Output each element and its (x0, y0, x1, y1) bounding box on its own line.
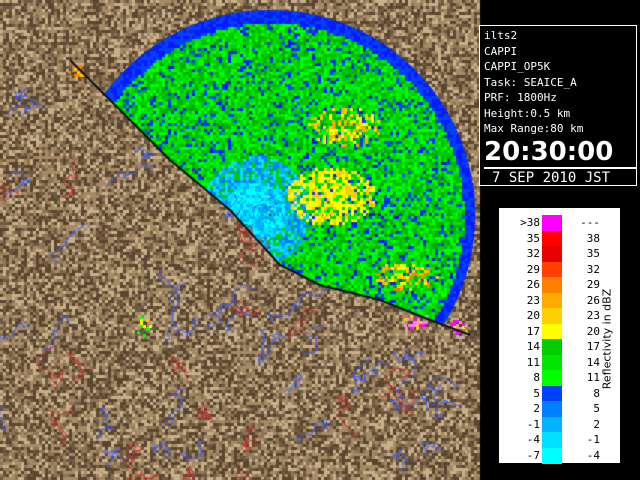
legend-row: 8 11 (502, 370, 602, 386)
legend-swatch (542, 230, 562, 247)
legend-swatch (542, 323, 562, 340)
max-range-value: Max Range:80 km (484, 122, 584, 135)
color-legend: >38 --- 35 38 32 35 29 32 26 29 23 26 20 23 17 20 14 17 11… (499, 208, 620, 464)
legend-row: >38 --- (502, 215, 602, 231)
legend-swatch (542, 432, 562, 448)
legend-lower-bound: -7 (526, 448, 540, 462)
legend-swatch (542, 246, 562, 262)
legend-row: 23 26 (502, 292, 602, 309)
legend-row: -4 -1 (502, 432, 602, 448)
legend-lower-bound: 32 (526, 247, 540, 260)
legend-row: 29 32 (502, 261, 602, 278)
legend-upper-bound: 2 (593, 417, 600, 431)
prf-value: PRF: 1800Hz (484, 91, 557, 104)
legend-upper-bound: 11 (586, 371, 600, 384)
legend-row: 25 (502, 401, 602, 417)
legend-lower-bound: 26 (526, 278, 540, 291)
legend-lower-bound: >38 (520, 216, 540, 229)
legend-row: 17 20 (502, 323, 602, 340)
legend-upper-bound: 32 (586, 262, 600, 276)
legend-lower-bound: 11 (526, 355, 540, 369)
legend-row: 32 35 (502, 246, 602, 262)
legend-upper-bound: 14 (586, 355, 600, 369)
info-panel: ilts2 CAPPI CAPPI_OP5K Task: SEAICE_A PR… (479, 25, 637, 186)
legend-swatch (542, 277, 562, 293)
legend-upper-bound: 20 (586, 324, 600, 338)
legend-row: 35 38 (502, 230, 602, 247)
legend-upper-bound: 17 (586, 340, 600, 353)
legend-lower-bound: 2 (533, 402, 540, 415)
observation-time: 20:30:00 (484, 136, 614, 167)
station-name: ilts2 (484, 29, 518, 42)
legend-unit-label: Reflectivity in dBZ (600, 288, 614, 390)
legend-lower-bound: 8 (533, 371, 540, 384)
legend-row: -7 -4 (502, 447, 602, 464)
legend-row: -1 2 (502, 416, 602, 433)
observation-date: 7 SEP 2010 JST (484, 166, 636, 187)
legend-lower-bound: -4 (526, 433, 540, 446)
legend-upper-bound: 23 (586, 309, 600, 322)
legend-swatch (542, 339, 562, 355)
height-value: Height:0.5 km (484, 106, 571, 120)
legend-swatch (542, 292, 562, 309)
legend-upper-bound: -4 (586, 448, 600, 462)
legend-lower-bound: 23 (526, 293, 540, 307)
legend-swatch (542, 215, 562, 231)
legend-upper-bound: 5 (593, 402, 600, 415)
legend-upper-bound: 8 (593, 386, 600, 400)
legend-row: 26 29 (502, 277, 602, 293)
legend-upper-bound: 29 (586, 278, 600, 291)
legend-row: 11 14 (502, 354, 602, 371)
product-code: CAPPI_OP5K (484, 60, 551, 73)
legend-swatch (542, 261, 562, 278)
legend-swatch (542, 354, 562, 371)
legend-lower-bound: 17 (526, 324, 540, 338)
product-name: CAPPI (484, 44, 518, 58)
legend-lower-bound: 35 (526, 231, 540, 245)
legend-upper-bound: -1 (586, 433, 600, 446)
legend-lower-bound: -1 (526, 417, 540, 431)
legend-swatch (542, 447, 562, 464)
legend-upper-bound: 38 (586, 231, 600, 245)
legend-swatch (542, 370, 562, 386)
legend-lower-bound: 5 (533, 386, 540, 400)
legend-upper-bound: --- (580, 216, 600, 229)
legend-upper-bound: 35 (586, 247, 600, 260)
legend-upper-bound: 26 (586, 293, 600, 307)
legend-swatch (542, 416, 562, 433)
legend-swatch (542, 401, 562, 417)
legend-swatch (542, 385, 562, 402)
task-name: Task: SEAICE_A (484, 75, 577, 89)
legend-row: 20 23 (502, 308, 602, 324)
legend-lower-bound: 29 (526, 262, 540, 276)
legend-row: 14 17 (502, 339, 602, 355)
legend-swatch (542, 308, 562, 324)
legend-lower-bound: 20 (526, 309, 540, 322)
legend-lower-bound: 14 (526, 340, 540, 353)
legend-row: 58 (502, 385, 602, 402)
